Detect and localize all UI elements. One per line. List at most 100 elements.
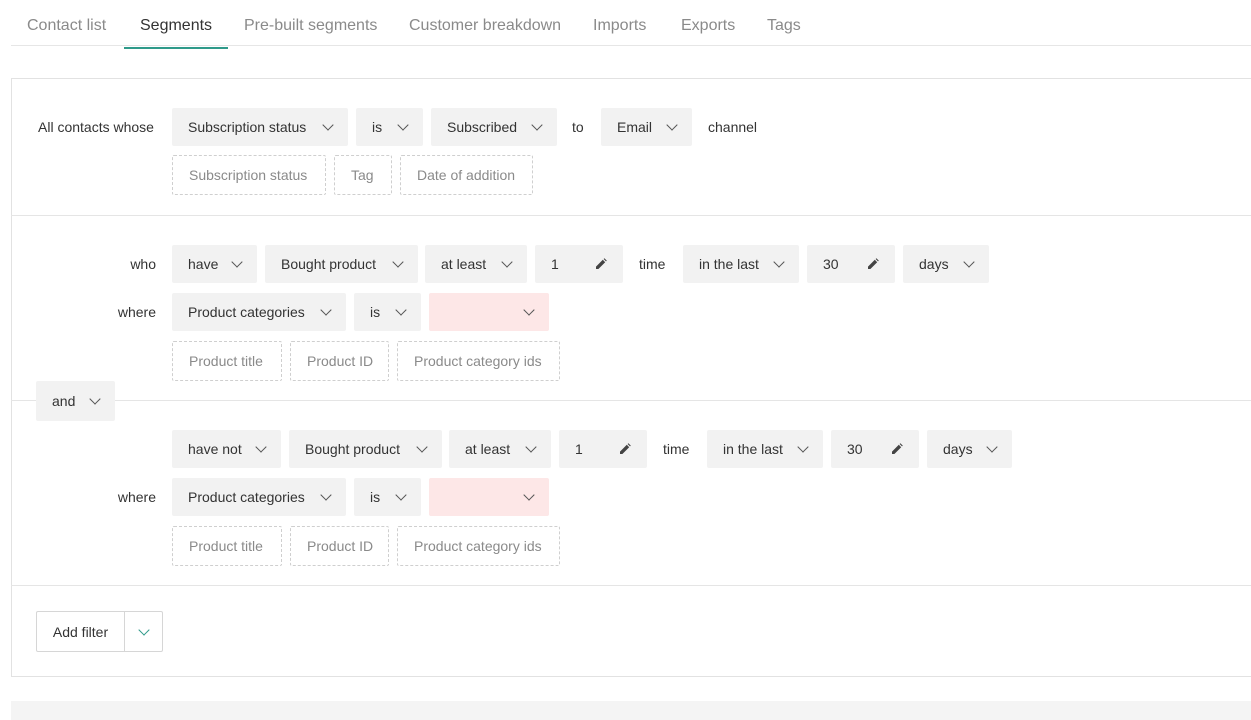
chevron-down-icon xyxy=(523,304,535,316)
condition-2-where-operator-value: is xyxy=(370,489,381,505)
suggestion-chip-subscription-status[interactable]: Subscription status xyxy=(172,155,326,195)
tab-exports[interactable]: Exports xyxy=(681,0,735,46)
condition-2-where-value-select[interactable] xyxy=(429,478,549,516)
condition-2-period-value-input[interactable]: 30 xyxy=(831,430,919,468)
chevron-down-icon xyxy=(231,256,243,268)
audience-prefix-label: All contacts whose xyxy=(38,119,154,135)
audience-value-value: Subscribed xyxy=(447,119,518,135)
condition-2-period-unit-value: days xyxy=(943,441,973,457)
divider xyxy=(11,215,1251,216)
chevron-down-icon xyxy=(255,441,267,453)
condition-2-where-operator-select[interactable]: is xyxy=(354,478,421,516)
chevron-down-icon xyxy=(531,119,543,131)
tab-customer-breakdown[interactable]: Customer breakdown xyxy=(409,0,561,46)
chevron-down-icon xyxy=(137,623,150,636)
tab-tags[interactable]: Tags xyxy=(767,0,801,46)
chevron-down-icon xyxy=(501,256,513,268)
chevron-down-icon xyxy=(963,256,975,268)
chevron-down-icon xyxy=(523,489,535,501)
condition-2-where-label: where xyxy=(117,489,156,505)
audience-channel-value: Email xyxy=(617,119,653,135)
combinator-select[interactable]: and xyxy=(36,381,115,421)
condition-2-where-field-value: Product categories xyxy=(188,489,305,505)
tab-imports[interactable]: Imports xyxy=(593,0,646,46)
condition-1-suggestion-product-category-ids[interactable]: Product category ids xyxy=(397,341,560,381)
add-filter-split-button: Add filter xyxy=(36,611,163,652)
chevron-down-icon xyxy=(320,304,332,316)
pencil-icon xyxy=(595,258,607,270)
audience-field-value: Subscription status xyxy=(188,119,307,135)
condition-1-lead-label: who xyxy=(130,256,156,272)
chevron-down-icon xyxy=(666,119,678,131)
suggestion-chip-tag[interactable]: Tag xyxy=(334,155,392,195)
audience-operator-select[interactable]: is xyxy=(356,108,423,146)
combinator-value: and xyxy=(52,393,76,409)
tab-segments[interactable]: Segments xyxy=(124,0,229,49)
chevron-down-icon xyxy=(397,119,409,131)
condition-1-suggestion-product-id[interactable]: Product ID xyxy=(290,341,389,381)
condition-2-period-operator-value: in the last xyxy=(723,441,783,457)
divider xyxy=(11,585,1251,586)
condition-2-period-operator-select[interactable]: in the last xyxy=(707,430,823,468)
pencil-icon xyxy=(891,443,903,455)
condition-1-verb-value: have xyxy=(188,256,219,272)
condition-1-period-value-input[interactable]: 30 xyxy=(807,245,895,283)
condition-1-where-operator-value: is xyxy=(370,304,381,320)
condition-2-verb-select[interactable]: have not xyxy=(172,430,281,468)
condition-1-where-operator-select[interactable]: is xyxy=(354,293,421,331)
condition-2-event-select[interactable]: Bought product xyxy=(289,430,442,468)
suggestion-chip-date-of-addition[interactable]: Date of addition xyxy=(400,155,533,195)
condition-2-where-field-select[interactable]: Product categories xyxy=(172,478,346,516)
condition-1-period-operator-select[interactable]: in the last xyxy=(683,245,799,283)
condition-1-count-input[interactable]: 1 xyxy=(535,245,623,283)
chevron-down-icon xyxy=(986,441,998,453)
add-filter-dropdown-toggle[interactable] xyxy=(125,612,162,651)
condition-1-where-field-value: Product categories xyxy=(188,304,305,320)
condition-1-event-value: Bought product xyxy=(281,256,376,272)
pencil-icon xyxy=(619,443,631,455)
condition-1-suggestion-product-title[interactable]: Product title xyxy=(172,341,282,381)
condition-2-suggestion-product-category-ids[interactable]: Product category ids xyxy=(397,526,560,566)
condition-1-where-label: where xyxy=(117,304,156,320)
chevron-down-icon xyxy=(320,489,332,501)
add-filter-button[interactable]: Add filter xyxy=(37,612,125,651)
condition-2-count-input[interactable]: 1 xyxy=(559,430,647,468)
condition-1-quantifier-select[interactable]: at least xyxy=(425,245,527,283)
condition-1-period-operator-value: in the last xyxy=(699,256,759,272)
condition-1-quantifier-value: at least xyxy=(441,256,487,272)
condition-2-verb-value: have not xyxy=(188,441,242,457)
condition-2-quantifier-select[interactable]: at least xyxy=(449,430,551,468)
audience-suffix-label: channel xyxy=(708,119,758,135)
audience-channel-select[interactable]: Email xyxy=(601,108,692,146)
condition-2-suggestion-product-id[interactable]: Product ID xyxy=(290,526,389,566)
condition-2-count-value: 1 xyxy=(575,441,583,457)
condition-1-event-select[interactable]: Bought product xyxy=(265,245,418,283)
chevron-down-icon xyxy=(773,256,785,268)
chevron-down-icon xyxy=(89,393,101,405)
condition-2-quantifier-value: at least xyxy=(465,441,511,457)
chevron-down-icon xyxy=(395,304,407,316)
audience-value-select[interactable]: Subscribed xyxy=(431,108,557,146)
condition-2-suggestion-product-title[interactable]: Product title xyxy=(172,526,282,566)
condition-1-verb-select[interactable]: have xyxy=(172,245,257,283)
chevron-down-icon xyxy=(395,489,407,501)
condition-1-where-field-select[interactable]: Product categories xyxy=(172,293,346,331)
tab-bar: Contact list Segments Pre-built segments… xyxy=(11,0,1251,49)
tab-contact-list[interactable]: Contact list xyxy=(27,0,106,46)
chevron-down-icon xyxy=(525,441,537,453)
condition-2-event-value: Bought product xyxy=(305,441,400,457)
condition-1-period-value: 30 xyxy=(823,256,839,272)
divider xyxy=(11,400,1251,401)
condition-1-count-value: 1 xyxy=(551,256,559,272)
footer-bar xyxy=(11,701,1251,720)
chevron-down-icon xyxy=(797,441,809,453)
condition-2-period-value: 30 xyxy=(847,441,863,457)
chevron-down-icon xyxy=(392,256,404,268)
condition-2-period-unit-select[interactable]: days xyxy=(927,430,1012,468)
condition-1-where-value-select[interactable] xyxy=(429,293,549,331)
tab-pre-built-segments[interactable]: Pre-built segments xyxy=(244,0,377,46)
audience-field-select[interactable]: Subscription status xyxy=(172,108,348,146)
pencil-icon xyxy=(867,258,879,270)
condition-2-time-label: time xyxy=(663,441,690,457)
condition-1-period-unit-select[interactable]: days xyxy=(903,245,989,283)
